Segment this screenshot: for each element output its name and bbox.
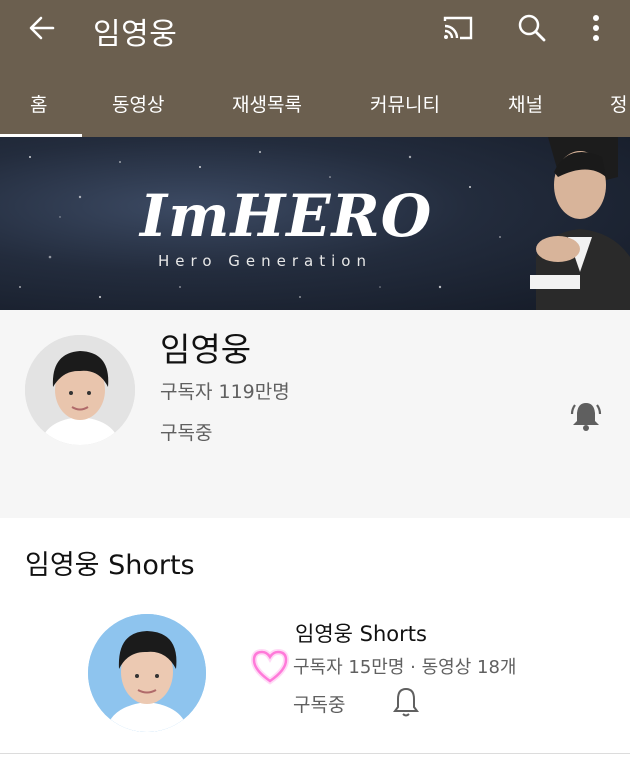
notification-bell-button[interactable] — [566, 398, 606, 438]
subscribed-status[interactable]: 구독중 — [160, 418, 212, 445]
back-arrow-icon — [27, 13, 57, 47]
cast-button[interactable] — [438, 10, 478, 50]
avatar-portrait — [25, 335, 135, 445]
tab-home[interactable]: 홈 — [30, 90, 47, 117]
channel-name: 임영웅 — [160, 330, 252, 369]
tab-playlists[interactable]: 재생목록 — [232, 90, 302, 117]
subscriber-count: 구독자 119만명 — [160, 381, 290, 403]
tab-community[interactable]: 커뮤니티 — [370, 90, 440, 117]
tab-channels[interactable]: 채널 — [508, 90, 543, 117]
section-divider — [0, 753, 630, 754]
search-button[interactable] — [512, 10, 552, 50]
shorts-channel-name: 임영웅 Shorts — [295, 622, 427, 646]
back-button[interactable] — [22, 10, 62, 50]
channel-header: 임영웅 홈 동영상 재생목록 커뮤니티 채널 정 — [0, 0, 630, 137]
bell-filled-icon — [570, 399, 602, 437]
search-icon — [517, 13, 547, 47]
tab-about[interactable]: 정 — [610, 90, 627, 117]
shorts-notification-button[interactable] — [386, 684, 426, 724]
shorts-avatar-portrait — [88, 614, 206, 732]
shorts-heading: 임영웅 Shorts — [25, 550, 195, 581]
more-vert-icon — [592, 14, 600, 46]
tab-videos[interactable]: 동영상 — [112, 90, 164, 117]
heart-icon — [249, 648, 291, 686]
cast-icon — [441, 13, 475, 47]
banner-logo: ImHERO — [140, 182, 433, 250]
bell-outline-icon — [392, 686, 420, 722]
banner-subtitle: Hero Generation — [158, 252, 372, 270]
shorts-subscribed-status[interactable]: 구독중 — [293, 690, 345, 717]
more-options-button[interactable] — [578, 10, 614, 50]
channel-tabs: 홈 동영상 재생목록 커뮤니티 채널 정 — [0, 74, 630, 137]
shorts-stats: 구독자 15만명 · 동영상 18개 — [293, 657, 517, 678]
top-app-bar: 임영웅 — [0, 0, 630, 62]
channel-avatar[interactable] — [25, 335, 135, 445]
page-title: 임영웅 — [93, 17, 178, 52]
banner-portrait — [530, 137, 630, 310]
shorts-channel-avatar[interactable] — [88, 614, 206, 732]
